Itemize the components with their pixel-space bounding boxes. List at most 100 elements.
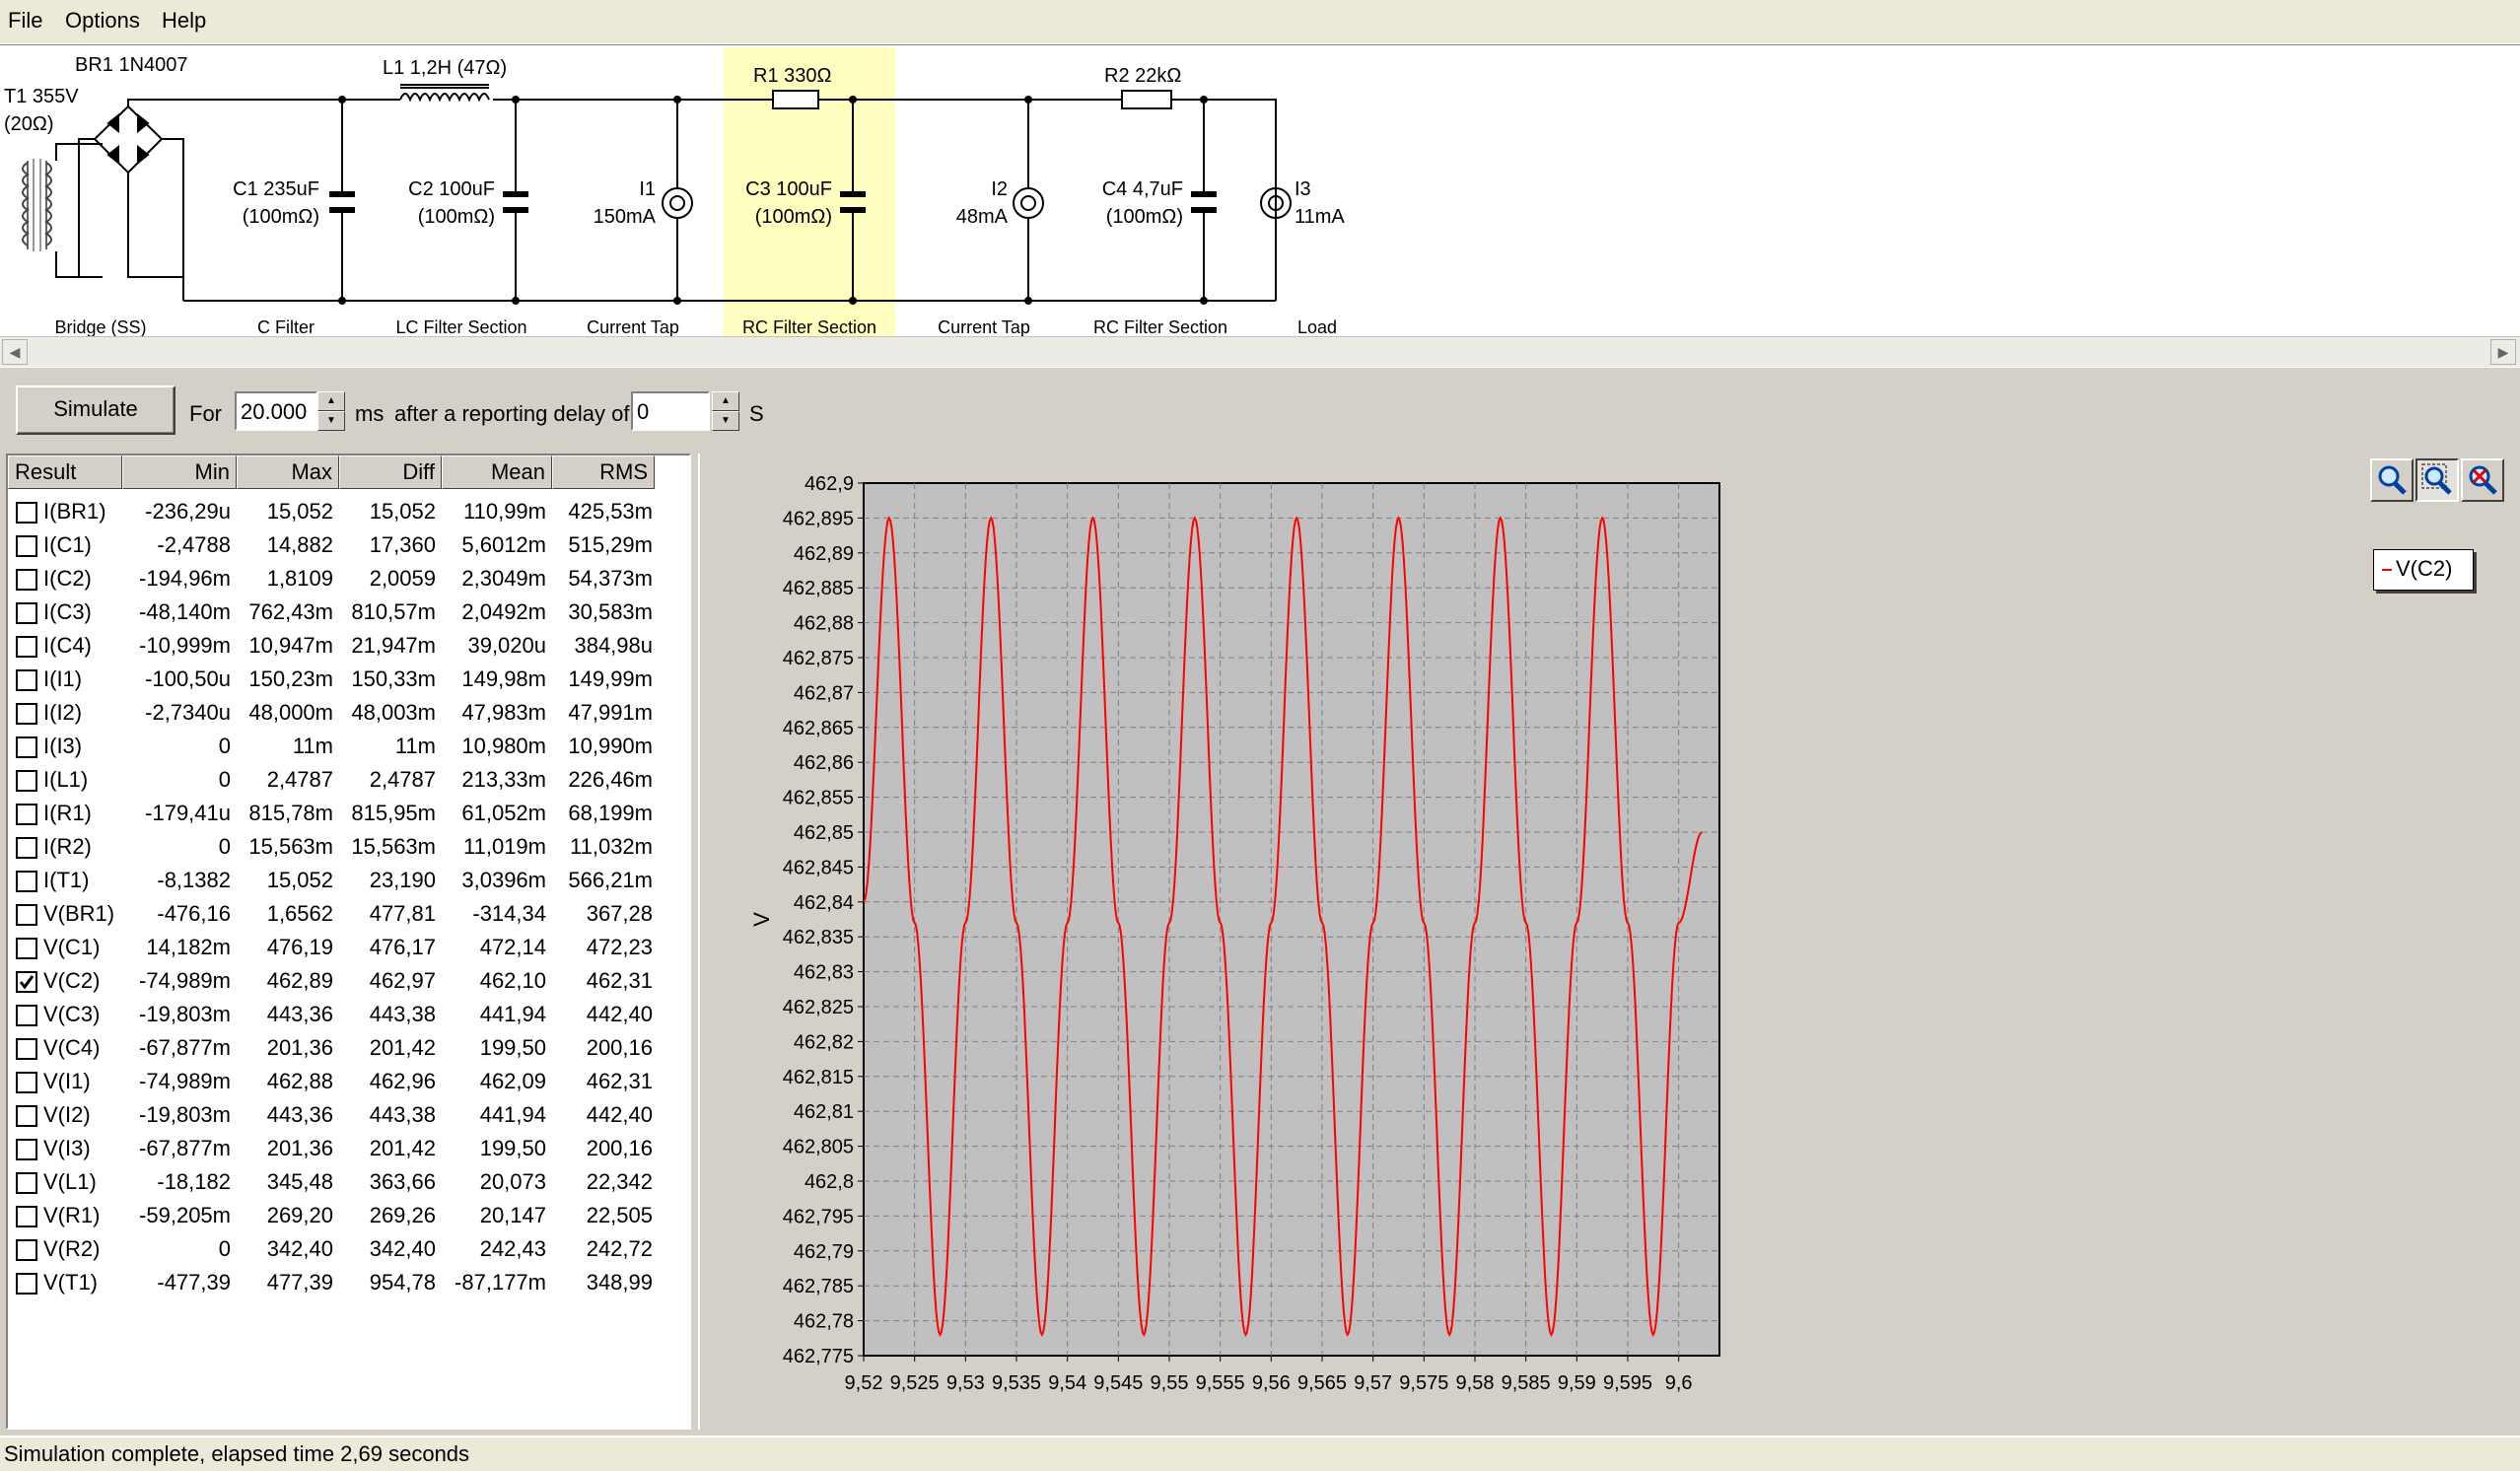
result-checkbox[interactable] [16,770,37,792]
column-header-min[interactable]: Min [122,455,237,489]
table-row[interactable]: I(R1) -179,41u 815,78m 815,95m 61,052m 68,199… [8,797,689,830]
schematic-scrollbar[interactable]: ◀ ▶ [0,336,2520,368]
result-checkbox[interactable] [16,535,37,557]
table-row[interactable]: I(L1) 0 2,4787 2,4787 213,33m 226,46m [8,763,689,797]
result-checkbox[interactable] [16,1038,37,1060]
result-checkbox[interactable] [16,1072,37,1093]
zoom-box-button[interactable] [2415,458,2459,502]
schematic-view: T1 355V (20Ω) BR1 1N4007 L1 1,2H (47Ω) R… [0,44,2520,337]
duration-spinner[interactable]: ▲ ▼ [317,391,345,431]
capacitor-c4[interactable] [1191,100,1217,301]
duration-input[interactable]: 20.000 [235,391,317,431]
result-checkbox[interactable] [16,1273,37,1295]
zoom-reset-button[interactable] [2461,458,2504,502]
table-row[interactable]: V(I1) -74,989m 462,88 462,96 462,09 462,31 [8,1065,689,1098]
table-row[interactable]: V(BR1) -476,16 1,6562 477,81 -314,34 367,28 [8,897,689,931]
result-checkbox[interactable] [16,736,37,758]
result-checkbox[interactable] [16,871,37,892]
result-checkbox[interactable] [16,1206,37,1227]
chart-legend[interactable]: V(C2) [2373,549,2474,591]
table-row[interactable]: I(T1) -8,1382 15,052 23,190 3,0396m 566,21m [8,864,689,897]
zoom-in-button[interactable] [2370,458,2414,502]
resistor-r1[interactable] [772,90,819,109]
table-row[interactable]: V(C2) -74,989m 462,89 462,97 462,10 462,31 [8,964,689,998]
result-min-cell: -476,16 [157,901,231,926]
menu-help[interactable]: Help [162,8,206,34]
chevron-down-icon[interactable]: ▼ [317,411,345,431]
waveform-chart[interactable]: 462,9 462,895 462,89 462,885 462,88 462,875 46… [700,454,1735,1400]
capacitor-c2[interactable] [503,100,528,301]
table-row[interactable]: I(C3) -48,140m 762,43m 810,57m 2,0492m 30,583… [8,595,689,629]
status-bar: Simulation complete, elapsed time 2,69 s… [0,1436,2520,1471]
result-checkbox[interactable] [16,804,37,825]
i1-val-label: 150mA [594,206,657,228]
column-header-diff[interactable]: Diff [339,455,442,489]
table-row[interactable]: I(R2) 0 15,563m 15,563m 11,019m 11,032m [8,830,689,864]
result-checkbox[interactable] [16,703,37,725]
result-checkbox[interactable] [16,837,37,859]
table-row[interactable]: V(I2) -19,803m 443,36 443,38 441,94 442,40 [8,1098,689,1132]
simulate-button[interactable]: Simulate [16,385,175,435]
result-name: I(I3) [43,734,83,758]
table-row[interactable]: V(R2) 0 342,40 342,40 242,43 242,72 [8,1232,689,1266]
result-checkbox[interactable] [16,669,37,691]
result-max-cell: 345,48 [266,1169,333,1194]
result-checkbox[interactable] [16,1105,37,1127]
result-name: I(R2) [43,834,92,859]
table-row[interactable]: V(L1) -18,182 345,48 363,66 20,073 22,342 [8,1165,689,1199]
result-checkbox[interactable] [16,1172,37,1194]
capacitor-c1[interactable] [329,100,355,301]
inductor-l1[interactable] [398,84,490,103]
menu-options[interactable]: Options [65,8,140,34]
menu-file[interactable]: File [8,8,42,34]
table-row[interactable]: V(C3) -19,803m 443,36 443,38 441,94 442,40 [8,998,689,1031]
result-rms-cell: 54,373m [568,566,653,591]
chevron-up-icon[interactable]: ▲ [712,391,739,411]
x-tick-label: 9,57 [1354,1372,1392,1394]
chevron-up-icon[interactable]: ▲ [317,391,345,411]
bridge-br1[interactable] [78,99,197,278]
table-row[interactable]: I(I3) 0 11m 11m 10,980m 10,990m [8,730,689,763]
table-row[interactable]: I(C2) -194,96m 1,8109 2,0059 2,3049m 54,373m [8,562,689,595]
scroll-left-button[interactable]: ◀ [2,339,28,365]
table-row[interactable]: V(C1) 14,182m 476,19 476,17 472,14 472,23 [8,931,689,964]
delay-spinner[interactable]: ▲ ▼ [712,391,739,431]
result-checkbox[interactable] [16,1005,37,1026]
result-checkbox[interactable] [16,1239,37,1261]
scroll-right-button[interactable]: ▶ [2490,339,2516,365]
result-mean-cell: 462,09 [479,1069,546,1093]
result-checkbox[interactable] [16,569,37,591]
table-row[interactable]: V(T1) -477,39 477,39 954,78 -87,177m 348,99 [8,1266,689,1299]
table-row[interactable]: V(I3) -67,877m 201,36 201,42 199,50 200,16 [8,1132,689,1165]
c1-name-label: C1 235uF [233,178,319,200]
result-checkbox[interactable] [16,971,37,993]
table-row[interactable]: I(I2) -2,7340u 48,000m 48,003m 47,983m 47,991… [8,696,689,730]
result-checkbox[interactable] [16,904,37,926]
current-source-i1[interactable] [662,100,693,301]
transformer-t1[interactable] [22,143,103,278]
table-row[interactable]: V(C4) -67,877m 201,36 201,42 199,50 200,16 [8,1031,689,1065]
result-checkbox[interactable] [16,1139,37,1160]
table-row[interactable]: I(BR1) -236,29u 15,052 15,052 110,99m 425,53m [8,495,689,528]
column-header-max[interactable]: Max [237,455,339,489]
table-row[interactable]: I(C1) -2,4788 14,882 17,360 5,6012m 515,29m [8,528,689,562]
table-row[interactable]: V(R1) -59,205m 269,20 269,26 20,147 22,505 [8,1199,689,1232]
delay-input[interactable]: 0 [631,391,710,431]
column-header-mean[interactable]: Mean [442,455,552,489]
column-header-result[interactable]: Result [8,455,122,489]
resistor-r2[interactable] [1121,90,1172,109]
y-axis-label: V [749,912,774,927]
result-checkbox[interactable] [16,602,37,624]
column-header-rms[interactable]: RMS [552,455,655,489]
table-row[interactable]: I(I1) -100,50u 150,23m 150,33m 149,98m 149,99… [8,663,689,696]
result-checkbox[interactable] [16,938,37,959]
result-max-cell: 14,882 [266,532,333,557]
table-row[interactable]: I(C4) -10,999m 10,947m 21,947m 39,020u 384,98… [8,629,689,663]
result-checkbox[interactable] [16,502,37,524]
chevron-down-icon[interactable]: ▼ [712,411,739,431]
current-source-i2[interactable] [1013,100,1044,301]
result-max-cell: 269,20 [266,1203,333,1227]
x-tick-label: 9,55 [1151,1372,1189,1394]
result-checkbox[interactable] [16,636,37,658]
result-max-cell: 477,39 [266,1270,333,1295]
